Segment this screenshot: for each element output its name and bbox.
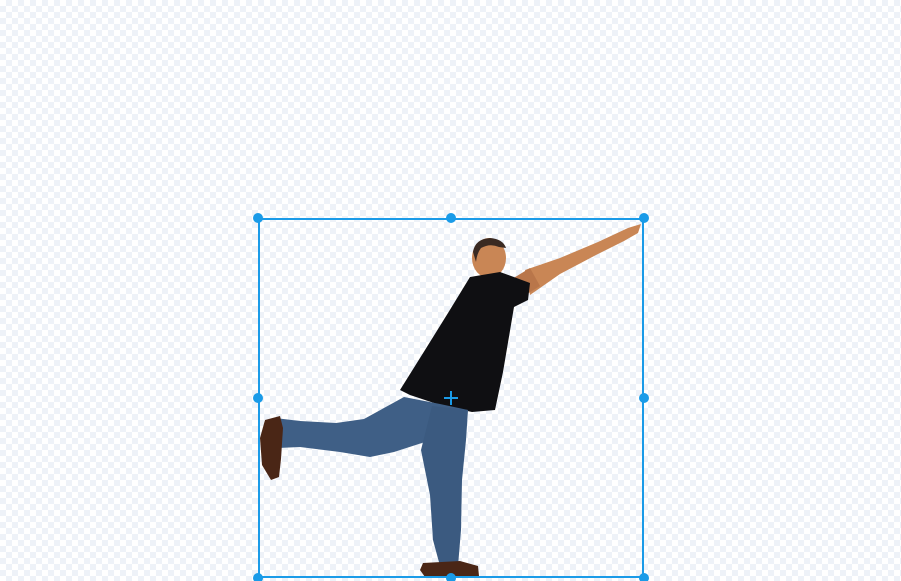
resize-handle-top-left[interactable] (253, 213, 263, 223)
resize-handle-top[interactable] (446, 213, 456, 223)
editor-canvas[interactable] (0, 0, 901, 581)
resize-handle-bottom[interactable] (446, 573, 456, 581)
resize-handle-left[interactable] (253, 393, 263, 403)
resize-handle-right[interactable] (639, 393, 649, 403)
resize-handle-bottom-right[interactable] (639, 573, 649, 581)
resize-handle-bottom-left[interactable] (253, 573, 263, 581)
resize-handle-top-right[interactable] (639, 213, 649, 223)
crosshair-icon[interactable] (443, 390, 459, 406)
